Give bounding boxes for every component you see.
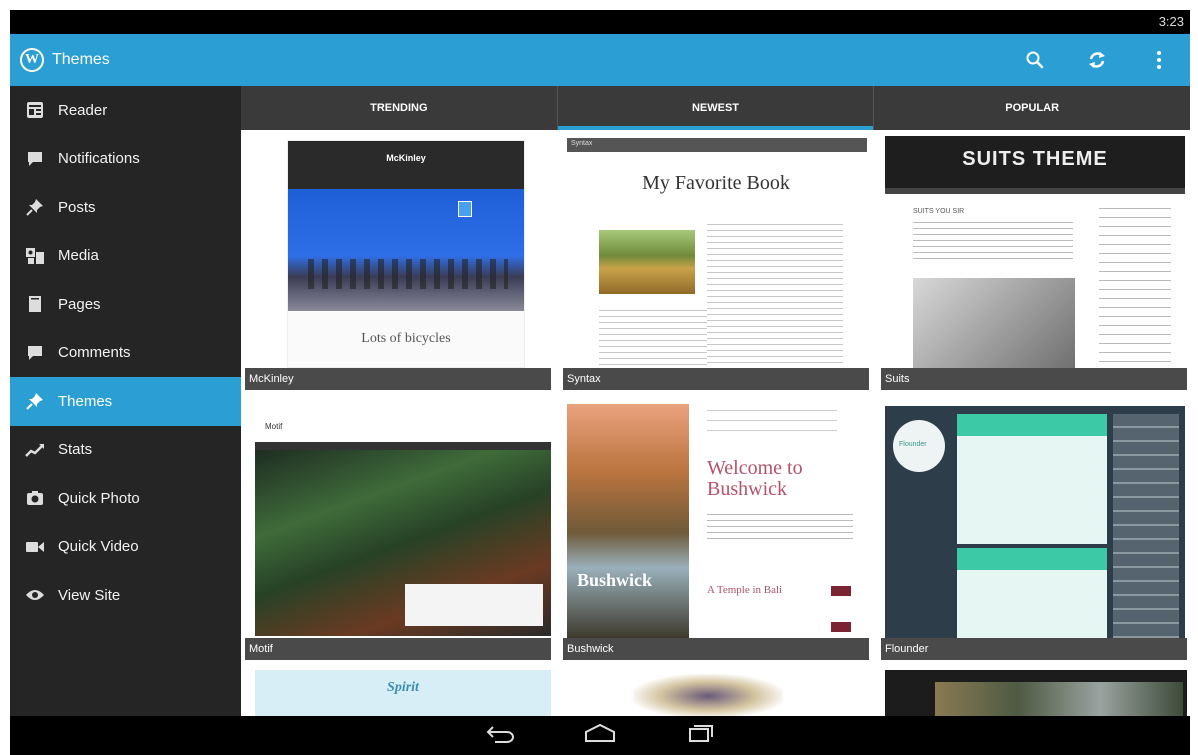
drawer-item-posts[interactable]: Posts bbox=[10, 183, 241, 232]
preview-heading: Lots of bicycles bbox=[361, 331, 451, 346]
drawer-item-label: Comments bbox=[58, 344, 131, 362]
preview-heading: My Favorite Book bbox=[642, 172, 790, 194]
drawer-item-stats[interactable]: Stats bbox=[10, 426, 241, 475]
preview-image bbox=[885, 670, 1187, 716]
drawer-item-label: View Site bbox=[58, 586, 121, 604]
reader-icon bbox=[24, 99, 46, 121]
drawer-item-quick-video[interactable]: Quick Video bbox=[10, 523, 241, 572]
preview-heading: SUITS YOU SIR bbox=[913, 208, 965, 215]
tab-popular[interactable]: POPULAR bbox=[874, 86, 1190, 130]
status-bar: 3:23 bbox=[10, 10, 1190, 34]
preview-text-lines bbox=[913, 222, 1073, 262]
tab-bar: TRENDING NEWEST POPULAR bbox=[241, 86, 1190, 130]
preview-image-title: Bushwick bbox=[577, 570, 653, 590]
drawer-item-label: Media bbox=[58, 247, 99, 265]
preview-image: Spirit bbox=[255, 670, 551, 716]
preview-heading: Welcome to Bushwick bbox=[707, 457, 803, 500]
theme-card[interactable]: Spirit bbox=[245, 670, 551, 716]
preview-image bbox=[633, 674, 783, 716]
theme-card-suits[interactable]: SUITS THEME SUITS YOU SIR Suits bbox=[881, 132, 1187, 390]
theme-card[interactable] bbox=[881, 670, 1187, 716]
search-icon[interactable] bbox=[1004, 34, 1066, 86]
drawer-item-label: Themes bbox=[58, 392, 113, 410]
preview-button bbox=[831, 586, 851, 596]
preview-nav bbox=[255, 442, 551, 450]
themes-content: TRENDING NEWEST POPULAR McKinley Lots of… bbox=[241, 86, 1190, 716]
drawer-item-comments[interactable]: Comments bbox=[10, 329, 241, 378]
theme-name: Suits bbox=[881, 368, 1187, 390]
pin-icon bbox=[24, 196, 46, 218]
preview-image: Bushwick bbox=[567, 404, 689, 638]
preview-image bbox=[913, 278, 1075, 370]
drawer-item-pages[interactable]: Pages bbox=[10, 280, 241, 329]
preview-nav bbox=[707, 410, 837, 438]
recent-apps-icon[interactable] bbox=[685, 723, 715, 748]
stats-icon bbox=[24, 439, 46, 461]
drawer-item-label: Quick Video bbox=[58, 538, 139, 556]
action-bar-title: Themes bbox=[52, 51, 110, 68]
theme-preview: McKinley Lots of bicycles bbox=[287, 140, 525, 368]
back-icon[interactable] bbox=[485, 723, 515, 748]
drawer-item-quick-photo[interactable]: Quick Photo bbox=[10, 474, 241, 523]
notifications-icon bbox=[24, 148, 46, 170]
preview-header: Spirit bbox=[387, 680, 419, 695]
drawer-item-label: Reader bbox=[58, 101, 108, 119]
preview-sidebar bbox=[1099, 208, 1171, 368]
home-icon[interactable] bbox=[583, 723, 617, 748]
preview-image: Flounder bbox=[885, 406, 1185, 640]
preview-logo-text: Flounder bbox=[899, 441, 927, 448]
video-icon bbox=[24, 536, 46, 558]
theme-card[interactable] bbox=[563, 670, 869, 716]
eye-icon bbox=[24, 584, 46, 606]
preview-nav bbox=[885, 188, 1185, 194]
preview-header: SUITS THEME bbox=[885, 136, 1185, 188]
preview-text-lines bbox=[707, 224, 843, 364]
refresh-icon[interactable] bbox=[1066, 34, 1128, 86]
navigation-drawer: Reader Notifications Posts Media Pages C… bbox=[10, 86, 241, 716]
theme-card-mckinley[interactable]: McKinley Lots of bicycles McKinley bbox=[245, 132, 551, 390]
overflow-menu-icon[interactable] bbox=[1128, 34, 1190, 86]
theme-card-syntax[interactable]: Syntax My Favorite Book Syntax bbox=[563, 132, 869, 390]
drawer-item-label: Quick Photo bbox=[58, 489, 140, 507]
preview-header: Motif bbox=[265, 422, 283, 431]
system-nav-bar bbox=[10, 716, 1190, 755]
camera-icon bbox=[24, 487, 46, 509]
status-clock: 3:23 bbox=[1158, 14, 1184, 29]
drawer-item-themes[interactable]: Themes bbox=[10, 377, 241, 426]
preview-subheading: A Temple in Bali bbox=[707, 584, 783, 596]
comments-icon bbox=[24, 342, 46, 364]
action-bar: W Themes bbox=[10, 34, 1190, 86]
preview-button bbox=[831, 622, 851, 632]
preview-text-lines bbox=[707, 514, 853, 544]
drawer-item-label: Pages bbox=[58, 295, 101, 313]
drawer-item-view-site[interactable]: View Site bbox=[10, 571, 241, 620]
theme-card-flounder[interactable]: Flounder Flounder bbox=[881, 402, 1187, 660]
preview-image bbox=[599, 230, 695, 294]
pages-icon bbox=[24, 293, 46, 315]
themes-icon bbox=[24, 390, 46, 412]
drawer-item-label: Stats bbox=[58, 441, 93, 459]
drawer-item-label: Posts bbox=[58, 198, 96, 216]
theme-card-motif[interactable]: Motif Motif bbox=[245, 402, 551, 660]
tab-newest[interactable]: NEWEST bbox=[557, 86, 874, 130]
theme-name: McKinley bbox=[245, 368, 551, 390]
tab-trending[interactable]: TRENDING bbox=[241, 86, 557, 130]
theme-name: Syntax bbox=[563, 368, 869, 390]
preview-header: McKinley bbox=[288, 141, 524, 189]
drawer-item-notifications[interactable]: Notifications bbox=[10, 135, 241, 184]
theme-name: Motif bbox=[245, 638, 551, 660]
drawer-item-label: Notifications bbox=[58, 150, 140, 168]
theme-name: Bushwick bbox=[563, 638, 869, 660]
theme-card-bushwick[interactable]: Bushwick Welcome to Bushwick A Temple in… bbox=[563, 402, 869, 660]
preview-image bbox=[288, 189, 524, 311]
preview-text-lines bbox=[599, 310, 707, 366]
drawer-item-media[interactable]: Media bbox=[10, 232, 241, 281]
media-icon bbox=[24, 245, 46, 267]
drawer-item-reader[interactable]: Reader bbox=[10, 86, 241, 135]
preview-header: Syntax bbox=[567, 138, 867, 152]
wordpress-logo-icon[interactable]: W bbox=[20, 48, 44, 72]
theme-name: Flounder bbox=[881, 638, 1187, 660]
preview-image bbox=[255, 450, 551, 636]
